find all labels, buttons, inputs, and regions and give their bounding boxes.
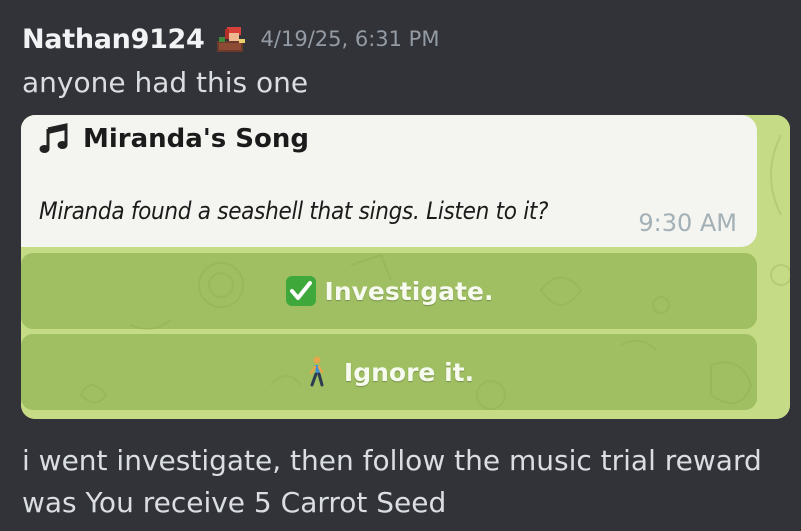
ignore-button[interactable]: Ignore it.	[21, 334, 757, 410]
message-bubble: Miranda's Song Miranda found a seashell …	[21, 115, 757, 247]
message-text-reply: i went investigate, then follow the musi…	[22, 444, 762, 519]
image-attachment[interactable]: Miranda's Song Miranda found a seashell …	[21, 115, 790, 419]
pixel-character-badge-icon[interactable]	[215, 23, 249, 55]
message-header: Nathan9124 4/19/25, 6:31 PM	[22, 22, 439, 56]
bubble-title: Miranda's Song	[39, 123, 309, 155]
username[interactable]: Nathan9124	[22, 24, 205, 55]
ignore-button-label: Ignore it.	[343, 357, 475, 387]
message-timestamp: 4/19/25, 6:31 PM	[260, 27, 440, 51]
bubble-title-text: Miranda's Song	[83, 124, 310, 154]
check-mark-button-icon	[285, 275, 316, 307]
musical-notes-icon	[39, 123, 69, 155]
person-walking-icon	[304, 356, 334, 388]
investigate-button-label: Investigate.	[324, 276, 494, 306]
bubble-time: 9:30 AM	[638, 209, 737, 237]
investigate-button[interactable]: Investigate.	[21, 253, 757, 329]
bubble-body-text: Miranda found a seashell that sings. Lis…	[39, 197, 549, 225]
message-text: anyone had this one	[22, 66, 309, 99]
